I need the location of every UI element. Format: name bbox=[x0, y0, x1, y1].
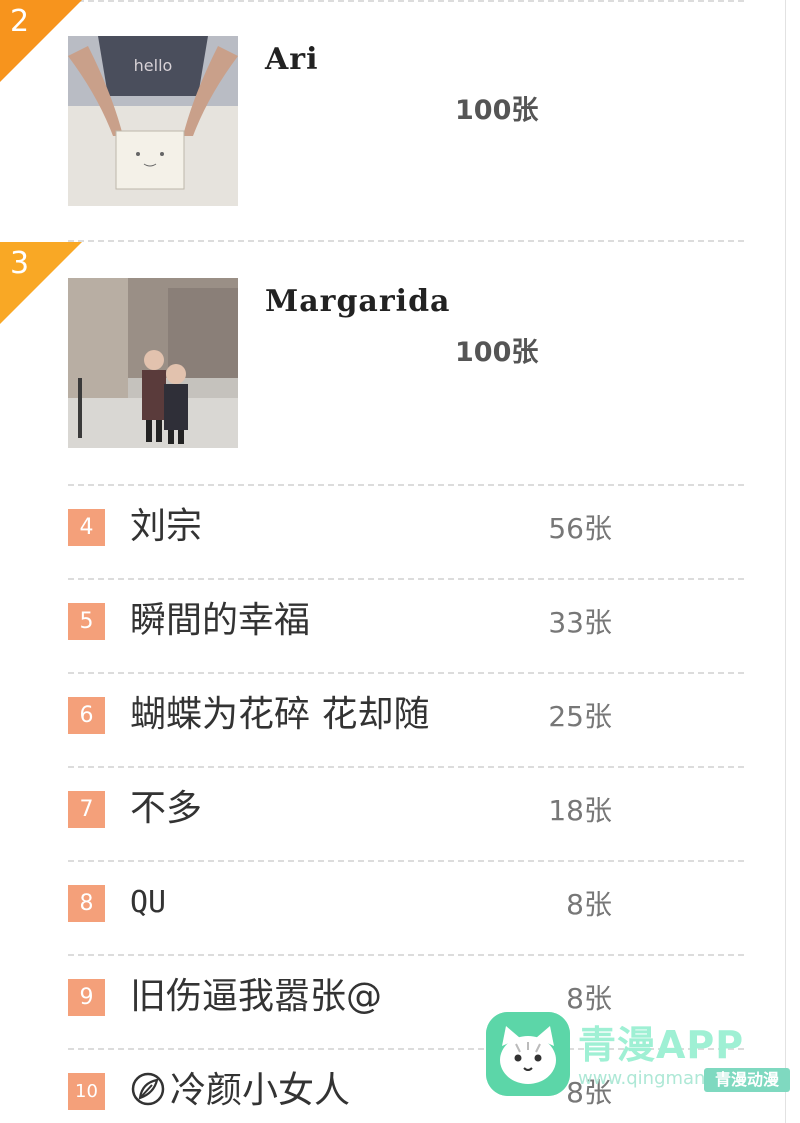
list-item[interactable]: 8 QU 8张 bbox=[0, 863, 760, 957]
divider bbox=[68, 672, 744, 674]
rank-badge: 4 bbox=[68, 509, 105, 546]
vote-count: 33张 bbox=[548, 606, 612, 639]
vote-count: 25张 bbox=[548, 700, 612, 733]
divider bbox=[68, 766, 744, 768]
user-name-with-icon[interactable]: 冷颜小女人 bbox=[130, 1067, 350, 1115]
vote-count: 100张 bbox=[455, 95, 539, 126]
user-name[interactable]: 不多 bbox=[130, 785, 202, 833]
vote-count: 100张 bbox=[455, 337, 539, 368]
rank-badge: 10 bbox=[68, 1073, 105, 1110]
rank-badge: 9 bbox=[68, 979, 105, 1016]
leaf-icon bbox=[130, 1071, 166, 1107]
user-name[interactable]: Margarida bbox=[265, 284, 450, 319]
app-watermark: 青漫APP www.qingman.app 青漫动漫 bbox=[482, 1004, 792, 1119]
list-item[interactable]: 5 瞬間的幸福 33张 bbox=[0, 581, 760, 675]
user-name[interactable]: 旧伤逼我嚣张@ bbox=[130, 973, 382, 1021]
user-name: 冷颜小女人 bbox=[170, 1070, 351, 1111]
rank-badge: 7 bbox=[68, 791, 105, 828]
user-name[interactable]: QU bbox=[130, 879, 166, 927]
user-name[interactable]: 瞬間的幸福 bbox=[130, 597, 310, 645]
ranking-list-page: 2 hello Ari 100张 3 Margarida 100张 4 刘宗 5… bbox=[0, 0, 800, 1123]
vote-count: 18张 bbox=[548, 794, 612, 827]
rank-badge: 5 bbox=[68, 603, 105, 640]
featured-entry-3[interactable]: 3 Margarida 100张 bbox=[0, 242, 760, 484]
user-name[interactable]: 蝴蝶为花碎 花却随 bbox=[130, 691, 429, 739]
divider bbox=[68, 860, 744, 862]
list-item[interactable]: 6 蝴蝶为花碎 花却随 25张 bbox=[0, 675, 760, 769]
user-name[interactable]: 刘宗 bbox=[130, 503, 202, 551]
user-name[interactable]: Ari bbox=[265, 42, 318, 77]
watermark-stamp: 青漫动漫 bbox=[704, 1068, 790, 1092]
rank-number: 3 bbox=[10, 246, 30, 281]
rank-number: 2 bbox=[10, 4, 30, 39]
vote-count: 56张 bbox=[548, 512, 612, 545]
rank-badge: 6 bbox=[68, 697, 105, 734]
watermark-title: 青漫APP bbox=[578, 1023, 745, 1067]
divider bbox=[68, 954, 744, 956]
vote-count: 8张 bbox=[566, 888, 612, 921]
list-item[interactable]: 7 不多 18张 bbox=[0, 769, 760, 863]
divider bbox=[68, 484, 744, 486]
svg-text:hello: hello bbox=[134, 56, 173, 75]
divider bbox=[68, 578, 744, 580]
avatar[interactable]: hello bbox=[68, 36, 238, 206]
panel-border bbox=[785, 0, 786, 1123]
rank-badge: 8 bbox=[68, 885, 105, 922]
avatar[interactable] bbox=[68, 278, 238, 448]
cat-logo-icon bbox=[486, 1012, 570, 1096]
featured-entry-2[interactable]: 2 hello Ari 100张 bbox=[0, 0, 760, 240]
list-item[interactable]: 4 刘宗 56张 bbox=[0, 487, 760, 581]
